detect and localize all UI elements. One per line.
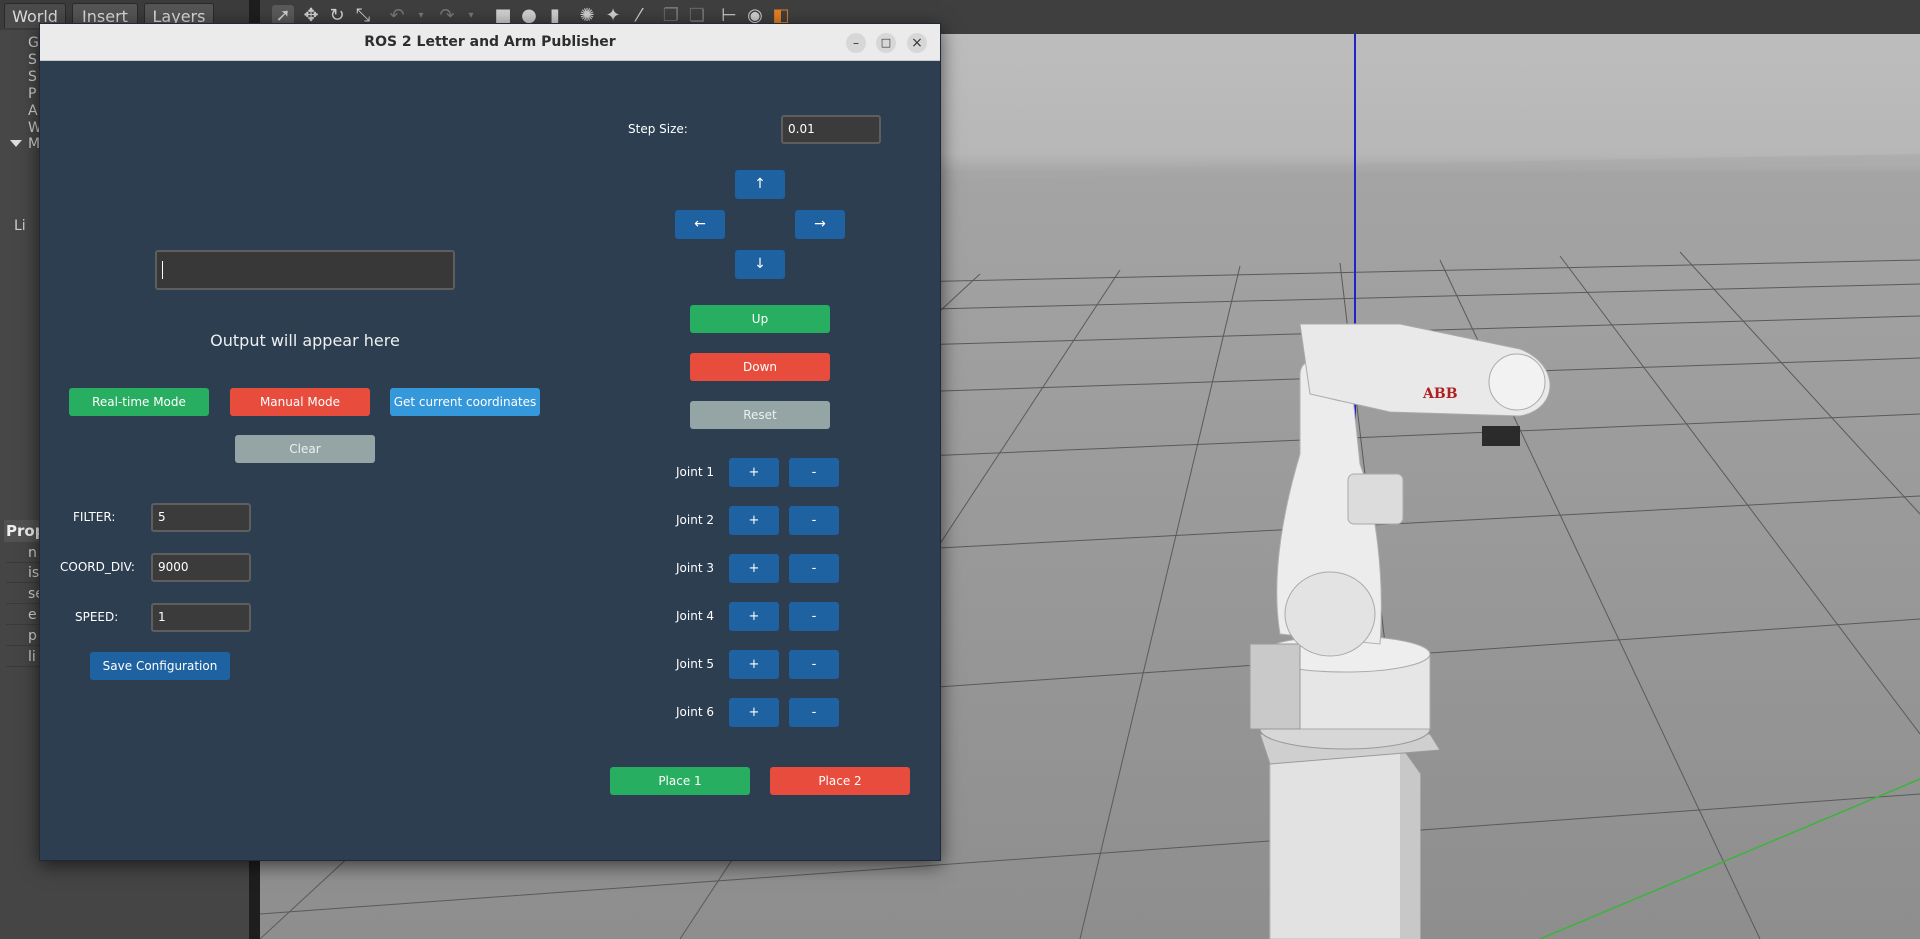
- output-label: Output will appear here: [210, 331, 400, 350]
- tree-item[interactable]: S: [28, 69, 37, 85]
- speed-label: SPEED:: [75, 610, 119, 624]
- tree-item[interactable]: A: [28, 103, 38, 119]
- speed-input[interactable]: 1: [151, 603, 251, 632]
- coord-div-label: COORD_DIV:: [60, 560, 135, 574]
- joint-4-plus-button[interactable]: +: [729, 602, 779, 631]
- clear-button[interactable]: Clear: [235, 435, 375, 463]
- reset-button[interactable]: Reset: [690, 401, 830, 429]
- joint-3-minus-button[interactable]: -: [789, 554, 839, 583]
- tree-item[interactable]: S: [28, 52, 37, 68]
- window-titlebar[interactable]: ROS 2 Letter and Arm Publisher – □ ×: [40, 24, 940, 61]
- robot-arm[interactable]: ABB: [1249, 323, 1551, 939]
- letter-input[interactable]: [155, 250, 455, 290]
- joint-1-label: Joint 1: [676, 465, 714, 479]
- window-title: ROS 2 Letter and Arm Publisher: [364, 34, 616, 50]
- joint-2-label: Joint 2: [676, 513, 714, 527]
- joint-4-minus-button[interactable]: -: [789, 602, 839, 631]
- tree-item[interactable]: P: [28, 86, 36, 102]
- save-configuration-button[interactable]: Save Configuration: [90, 652, 230, 680]
- filter-input[interactable]: 5: [151, 503, 251, 532]
- y-axis-line: [1539, 778, 1920, 939]
- joint-6-plus-button[interactable]: +: [729, 698, 779, 727]
- robot-brand-logo: ABB: [1422, 386, 1458, 402]
- down-button[interactable]: Down: [690, 353, 830, 381]
- get-coordinates-button[interactable]: Get current coordinates: [390, 388, 540, 416]
- publisher-window: ROS 2 Letter and Arm Publisher – □ × Out…: [39, 23, 941, 861]
- joint-2-minus-button[interactable]: -: [789, 506, 839, 535]
- arrow-right-button[interactable]: →: [795, 210, 845, 239]
- joint-1-minus-button[interactable]: -: [789, 458, 839, 487]
- expand-icon[interactable]: [10, 140, 22, 147]
- maximize-button[interactable]: □: [876, 33, 896, 53]
- manual-mode-button[interactable]: Manual Mode: [230, 388, 370, 416]
- place-1-button[interactable]: Place 1: [610, 767, 750, 795]
- arrow-down-button[interactable]: ↓: [735, 250, 785, 279]
- minimize-button[interactable]: –: [846, 33, 866, 53]
- joint-5-label: Joint 5: [676, 657, 714, 671]
- close-button[interactable]: ×: [907, 33, 927, 53]
- joint-2-plus-button[interactable]: +: [729, 506, 779, 535]
- place-2-button[interactable]: Place 2: [770, 767, 910, 795]
- coord-div-input[interactable]: 9000: [151, 553, 251, 582]
- arrow-up-button[interactable]: ↑: [735, 170, 785, 199]
- joint-6-minus-button[interactable]: -: [789, 698, 839, 727]
- joint-5-plus-button[interactable]: +: [729, 650, 779, 679]
- arrow-left-button[interactable]: ←: [675, 210, 725, 239]
- joint-5-minus-button[interactable]: -: [789, 650, 839, 679]
- joint-3-plus-button[interactable]: +: [729, 554, 779, 583]
- step-size-input[interactable]: 0.01: [781, 115, 881, 144]
- tree-item[interactable]: Li: [14, 218, 26, 234]
- realtime-mode-button[interactable]: Real-time Mode: [69, 388, 209, 416]
- tree-item[interactable]: G: [28, 35, 39, 51]
- up-button[interactable]: Up: [690, 305, 830, 333]
- joint-1-plus-button[interactable]: +: [729, 458, 779, 487]
- joint-3-label: Joint 3: [676, 561, 714, 575]
- joint-4-label: Joint 4: [676, 609, 714, 623]
- text-cursor: [162, 261, 163, 279]
- joint-6-label: Joint 6: [676, 705, 714, 719]
- step-size-label: Step Size:: [628, 122, 688, 136]
- filter-label: FILTER:: [73, 510, 116, 524]
